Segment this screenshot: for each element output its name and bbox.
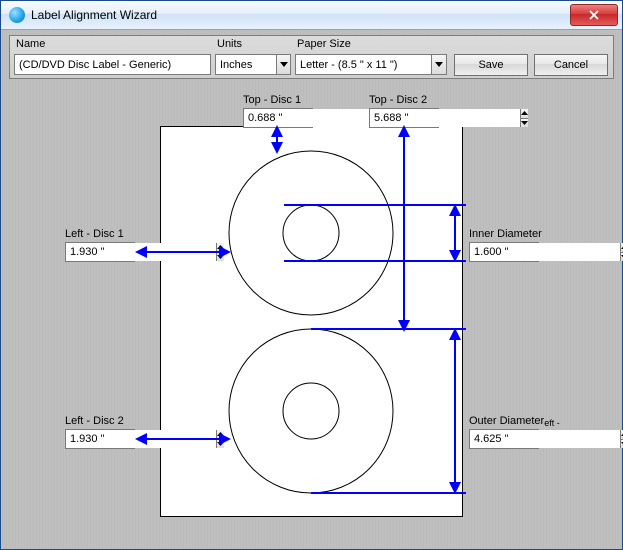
inner-diameter-label: Inner Diameter — [469, 228, 542, 240]
app-icon — [9, 7, 25, 23]
spinner-down-icon[interactable] — [217, 253, 224, 262]
left-disc2-label: Left - Disc 2 — [65, 415, 124, 427]
units-label: Units — [217, 38, 242, 50]
client-area: Name Units Paper Size Save Cancel Top - … — [1, 29, 622, 549]
name-label: Name — [16, 38, 45, 50]
units-select[interactable] — [215, 54, 291, 75]
app-window: Label Alignment Wizard Name Units Paper … — [0, 0, 623, 550]
left-disc1-label: Left - Disc 1 — [65, 228, 124, 240]
outer-diameter-value[interactable] — [470, 430, 620, 448]
inner-diameter-value[interactable] — [470, 243, 620, 261]
top-disc1-label: Top - Disc 1 — [243, 94, 301, 106]
chevron-down-icon[interactable] — [276, 55, 290, 74]
name-input[interactable] — [15, 55, 210, 74]
left-disc1-input[interactable] — [65, 242, 135, 262]
toolbar: Name Units Paper Size Save Cancel — [9, 35, 614, 79]
paper-select[interactable] — [295, 54, 447, 75]
spinner-down-icon[interactable] — [217, 440, 224, 449]
cancel-button[interactable]: Cancel — [534, 54, 608, 76]
close-button[interactable] — [570, 4, 618, 26]
titlebar: Label Alignment Wizard — [1, 1, 622, 30]
spinner-up-icon[interactable] — [217, 430, 224, 440]
window-title: Label Alignment Wizard — [31, 8, 157, 22]
outer-diameter-input[interactable] — [469, 429, 539, 449]
canvas-area: Top - Disc 1 Top - Disc 2 Left - Disc 1 … — [9, 84, 614, 541]
left-disc2-value[interactable] — [66, 430, 216, 448]
units-value[interactable] — [216, 55, 276, 74]
name-input-wrap[interactable] — [14, 54, 211, 75]
spinner-up-icon[interactable] — [521, 109, 528, 119]
spinner-down-icon[interactable] — [521, 119, 528, 128]
left-disc1-value[interactable] — [66, 243, 216, 261]
top-disc1-input[interactable] — [243, 108, 313, 128]
page-preview — [160, 126, 463, 517]
chevron-down-icon[interactable] — [431, 55, 446, 74]
top-disc2-label: Top - Disc 2 — [369, 94, 427, 106]
top-disc2-value[interactable] — [370, 109, 520, 127]
inner-diameter-input[interactable] — [469, 242, 539, 262]
paper-label: Paper Size — [297, 38, 351, 50]
save-button[interactable]: Save — [454, 54, 528, 76]
left-disc2-input[interactable] — [65, 429, 135, 449]
paper-value[interactable] — [296, 55, 431, 74]
top-disc2-input[interactable] — [369, 108, 439, 128]
spinner-up-icon[interactable] — [217, 243, 224, 253]
outer-diameter-label: Outer Diametereft - — [469, 415, 560, 427]
